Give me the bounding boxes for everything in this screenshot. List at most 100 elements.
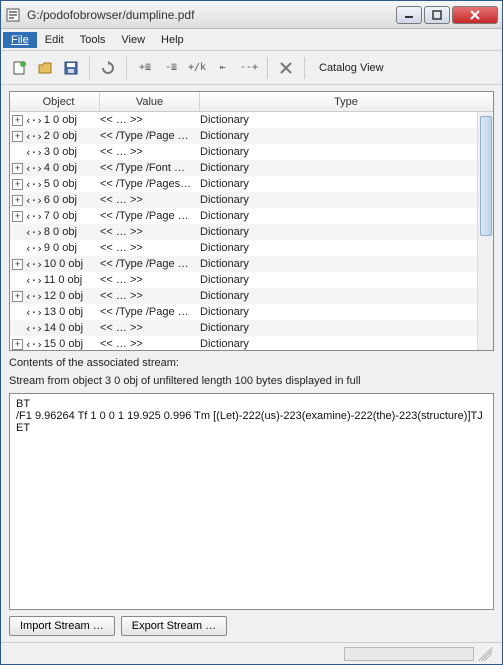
add-after-button[interactable]: --+ xyxy=(237,56,261,80)
toolbar-separator xyxy=(126,57,127,79)
value-cell: << … >> xyxy=(100,114,200,126)
catalog-view-button[interactable]: Catalog View xyxy=(319,62,384,74)
table-row[interactable]: +‹·› 1 0 obj<< … >>Dictionary xyxy=(10,112,477,128)
value-cell: << … >> xyxy=(100,274,200,286)
resize-grip[interactable] xyxy=(478,647,492,661)
table-row[interactable]: ‹·› 8 0 obj<< … >>Dictionary xyxy=(10,224,477,240)
menu-file[interactable]: File xyxy=(3,32,37,48)
object-label: 6 0 obj xyxy=(44,194,77,206)
stream-content[interactable]: BT /F1 9.96264 Tf 1 0 0 1 19.925 0.996 T… xyxy=(9,393,494,610)
expand-placeholder xyxy=(12,323,23,334)
statusbar xyxy=(1,642,502,664)
header-value[interactable]: Value xyxy=(100,92,200,111)
expand-icon[interactable]: + xyxy=(12,179,23,190)
object-label: 2 0 obj xyxy=(44,130,77,142)
table-row[interactable]: ‹·› 3 0 obj<< … >>Dictionary xyxy=(10,144,477,160)
expand-icon[interactable]: + xyxy=(12,163,23,174)
object-label: 14 0 obj xyxy=(44,322,83,334)
table-row[interactable]: ‹·› 9 0 obj<< … >>Dictionary xyxy=(10,240,477,256)
value-cell: << … >> xyxy=(100,290,200,302)
content-area: Object Value Type +‹·› 1 0 obj<< … >>Dic… xyxy=(1,85,502,642)
header-object[interactable]: Object xyxy=(10,92,100,111)
menubar: File Edit Tools View Help xyxy=(1,29,502,51)
export-stream-button[interactable]: Export Stream … xyxy=(121,616,227,636)
expand-icon[interactable]: + xyxy=(12,211,23,222)
dictionary-node-icon: ‹·› xyxy=(25,322,42,335)
vertical-scrollbar[interactable] xyxy=(477,92,493,350)
menu-tools[interactable]: Tools xyxy=(72,32,114,48)
object-label: 10 0 obj xyxy=(44,258,83,270)
dictionary-node-icon: ‹·› xyxy=(25,258,42,271)
close-button[interactable] xyxy=(452,6,498,24)
import-stream-button[interactable]: Import Stream … xyxy=(9,616,115,636)
table-row[interactable]: +‹·› 15 0 obj<< … >>Dictionary xyxy=(10,336,477,350)
maximize-button[interactable] xyxy=(424,6,450,24)
object-label: 11 0 obj xyxy=(44,274,82,286)
value-cell: << /Type /Page … xyxy=(100,258,200,270)
titlebar: G:/podofobrowser/dumpline.pdf xyxy=(1,1,502,29)
type-cell: Dictionary xyxy=(200,322,477,334)
object-label: 4 0 obj xyxy=(44,162,77,174)
table-row[interactable]: ‹·› 14 0 obj << … >>Dictionary xyxy=(10,320,477,336)
object-label: 5 0 obj xyxy=(44,178,77,190)
object-label: 1 0 obj xyxy=(44,114,77,126)
menu-edit[interactable]: Edit xyxy=(37,32,72,48)
open-button[interactable] xyxy=(33,56,57,80)
type-cell: Dictionary xyxy=(200,178,477,190)
table-row[interactable]: +‹·› 5 0 obj<< /Type /Pages…Dictionary xyxy=(10,176,477,192)
table-row[interactable]: +‹·› 10 0 obj << /Type /Page …Dictionary xyxy=(10,256,477,272)
table-row[interactable]: +‹·› 4 0 obj<< /Type /Font …Dictionary xyxy=(10,160,477,176)
expand-icon[interactable]: + xyxy=(12,339,23,350)
move-left-button[interactable]: ⇤ xyxy=(211,56,235,80)
type-cell: Dictionary xyxy=(200,146,477,158)
toolbar-separator xyxy=(267,57,268,79)
remove-button[interactable]: -≣ xyxy=(159,56,183,80)
expand-icon[interactable]: + xyxy=(12,195,23,206)
dictionary-node-icon: ‹·› xyxy=(25,162,42,175)
table-row[interactable]: +‹·› 7 0 obj<< /Type /Page …Dictionary xyxy=(10,208,477,224)
type-cell: Dictionary xyxy=(200,226,477,238)
type-cell: Dictionary xyxy=(200,194,477,206)
type-cell: Dictionary xyxy=(200,258,477,270)
header-type[interactable]: Type xyxy=(200,92,493,111)
type-cell: Dictionary xyxy=(200,114,477,126)
type-cell: Dictionary xyxy=(200,290,477,302)
object-table: Object Value Type +‹·› 1 0 obj<< … >>Dic… xyxy=(9,91,494,351)
app-window: G:/podofobrowser/dumpline.pdf File Edit … xyxy=(0,0,503,665)
stream-buttons: Import Stream … Export Stream … xyxy=(9,616,494,636)
menu-view[interactable]: View xyxy=(113,32,153,48)
type-cell: Dictionary xyxy=(200,306,477,318)
type-cell: Dictionary xyxy=(200,130,477,142)
menu-help[interactable]: Help xyxy=(153,32,192,48)
refresh-button[interactable] xyxy=(96,56,120,80)
dictionary-node-icon: ‹·› xyxy=(25,194,42,207)
save-button[interactable] xyxy=(59,56,83,80)
expand-icon[interactable]: + xyxy=(12,291,23,302)
table-row[interactable]: +‹·› 12 0 obj<< … >>Dictionary xyxy=(10,288,477,304)
add-key-button[interactable]: +/k xyxy=(185,56,209,80)
type-cell: Dictionary xyxy=(200,338,477,350)
delete-button[interactable] xyxy=(274,56,298,80)
dictionary-node-icon: ‹·› xyxy=(25,290,42,303)
value-cell: << /Type /Page … xyxy=(100,130,200,142)
value-cell: << … >> xyxy=(100,322,200,334)
table-row[interactable]: +‹·› 2 0 obj << /Type /Page …Dictionary xyxy=(10,128,477,144)
expand-icon[interactable]: + xyxy=(12,115,23,126)
object-label: 3 0 obj xyxy=(44,146,77,158)
expand-placeholder xyxy=(12,307,23,318)
object-label: 8 0 obj xyxy=(44,226,77,238)
dictionary-node-icon: ‹·› xyxy=(25,130,42,143)
type-cell: Dictionary xyxy=(200,274,477,286)
table-row[interactable]: ‹·› 13 0 obj<< /Type /Page …Dictionary xyxy=(10,304,477,320)
minimize-button[interactable] xyxy=(396,6,422,24)
expand-icon[interactable]: + xyxy=(12,131,23,142)
add-before-button[interactable]: +≣ xyxy=(133,56,157,80)
value-cell: << /Type /Font … xyxy=(100,162,200,174)
toolbar-separator xyxy=(304,57,305,79)
scrollbar-thumb[interactable] xyxy=(480,116,492,236)
table-row[interactable]: ‹·› 11 0 obj<< … >>Dictionary xyxy=(10,272,477,288)
expand-placeholder xyxy=(12,243,23,254)
expand-icon[interactable]: + xyxy=(12,259,23,270)
new-button[interactable] xyxy=(7,56,31,80)
table-row[interactable]: +‹·› 6 0 obj<< … >>Dictionary xyxy=(10,192,477,208)
